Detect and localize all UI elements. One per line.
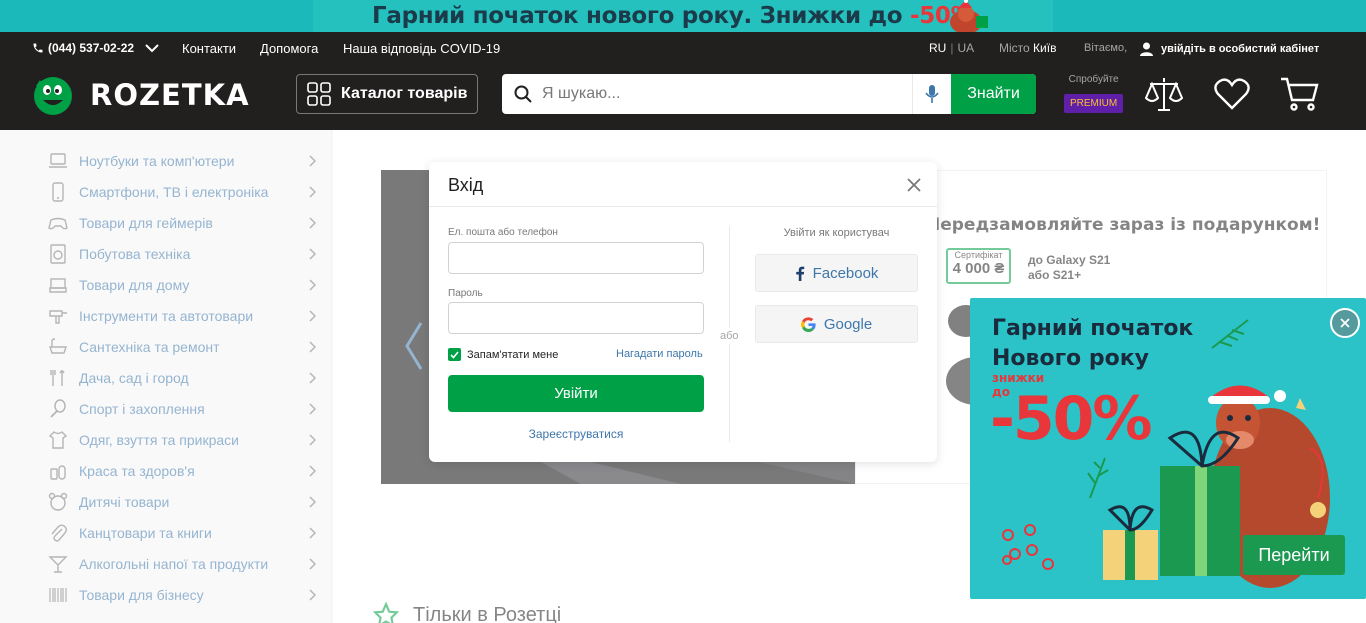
popup-title-line1: Гарний початок <box>992 316 1194 341</box>
popup-discount-line1: знижки <box>992 371 1045 385</box>
premium-try-label: Спробуйте <box>1068 74 1119 85</box>
promo-banner[interactable]: Гарний початок нового року. Знижки до -5… <box>0 0 1366 32</box>
or-label: або <box>720 328 739 344</box>
search-button[interactable]: Знайти <box>951 74 1036 114</box>
password-label: Пароль <box>448 288 483 299</box>
modal-title: Вхід <box>448 175 484 195</box>
city-label: Місто <box>999 41 1030 55</box>
city-name: Київ <box>1033 41 1057 55</box>
close-icon <box>1340 318 1350 328</box>
language-switcher: RU | UA <box>929 41 974 55</box>
popup-go-button[interactable]: Перейти <box>1243 535 1345 575</box>
premium-badge: PREMIUM <box>1064 94 1124 113</box>
close-icon[interactable] <box>906 177 922 193</box>
logo-wordmark: ROZETKA <box>90 78 250 112</box>
facebook-icon <box>795 266 804 281</box>
popup-percent: -50% <box>990 384 1153 454</box>
forgot-password-link[interactable]: Нагадати пароль <box>616 348 703 360</box>
login-button[interactable]: Увійти <box>448 375 704 412</box>
user-icon <box>1140 42 1153 56</box>
catalog-button[interactable]: Каталог товарів <box>296 74 478 114</box>
login-as-user-label: Увійти як користувач <box>783 227 890 239</box>
voice-search-button[interactable] <box>912 74 950 114</box>
modal-header: Вхід <box>429 162 937 207</box>
search-icon <box>514 85 532 103</box>
password-field[interactable] <box>448 302 704 334</box>
promo-banner-text: Гарний початок нового року. Знижки до -5… <box>372 3 974 29</box>
google-icon <box>800 316 816 332</box>
contacts-link[interactable]: Контакти <box>182 41 236 56</box>
city-selector[interactable]: Місто Київ <box>999 41 1056 55</box>
email-field[interactable] <box>448 242 704 274</box>
lang-ua[interactable]: UA <box>957 41 974 55</box>
email-label: Ел. пошта або телефон <box>448 227 558 238</box>
lang-separator: | <box>950 41 954 55</box>
rozetka-face-icon <box>34 77 72 115</box>
bull-mascot-icon <box>950 0 988 32</box>
popup-close-button[interactable] <box>1330 308 1360 338</box>
checkbox-checked-icon <box>448 348 461 361</box>
remember-me-checkbox[interactable]: Запам'ятати мене <box>448 348 558 361</box>
premium-promo[interactable]: Спробуйте PREMIUM <box>1064 74 1124 113</box>
lang-ru[interactable]: RU <box>929 41 946 55</box>
heart-icon[interactable] <box>1212 76 1252 112</box>
top-bar: (044) 537-02-22 Контакти Допомога Наша в… <box>0 32 1366 66</box>
google-login-button[interactable]: Google <box>755 305 918 343</box>
covid-link[interactable]: Наша відповідь COVID-19 <box>343 41 500 56</box>
facebook-label: Facebook <box>812 264 879 282</box>
search-bar: Знайти <box>502 74 1036 114</box>
remember-me-label: Запам'ятати мене <box>467 348 559 361</box>
facebook-login-button[interactable]: Facebook <box>755 254 918 292</box>
cart-icon[interactable] <box>1280 76 1320 112</box>
compare-icon[interactable] <box>1144 76 1184 112</box>
register-link[interactable]: Зареєструватися <box>448 427 704 441</box>
phone-icon <box>33 43 43 53</box>
phone-dropdown[interactable]: (044) 537-02-22 <box>32 41 160 55</box>
search-input[interactable] <box>542 74 902 114</box>
catalog-label: Каталог товарів <box>341 85 468 102</box>
login-modal: Вхід Ел. пошта або телефон Пароль Запам'… <box>429 162 937 462</box>
popup-title: Гарний початок Нового року <box>992 314 1193 374</box>
popup-title-line2: Нового року <box>992 346 1149 371</box>
login-account-link[interactable]: увійдіть в особистий кабінет <box>1161 43 1319 55</box>
microphone-icon <box>924 85 939 103</box>
phone-number: (044) 537-02-22 <box>48 41 135 55</box>
chevron-down-icon <box>145 44 159 53</box>
new-year-promo-popup[interactable]: Гарний початок Нового року знижки до -50% … <box>970 298 1366 599</box>
rozetka-logo[interactable]: ROZETKA <box>32 74 250 116</box>
grid-icon <box>307 82 331 106</box>
greeting-text: Вітаємо, <box>1084 42 1128 54</box>
google-label: Google <box>823 315 873 333</box>
help-link[interactable]: Допомога <box>260 41 318 56</box>
main-header: ROZETKA Каталог товарів Знайти Спробуйте… <box>0 66 1366 130</box>
